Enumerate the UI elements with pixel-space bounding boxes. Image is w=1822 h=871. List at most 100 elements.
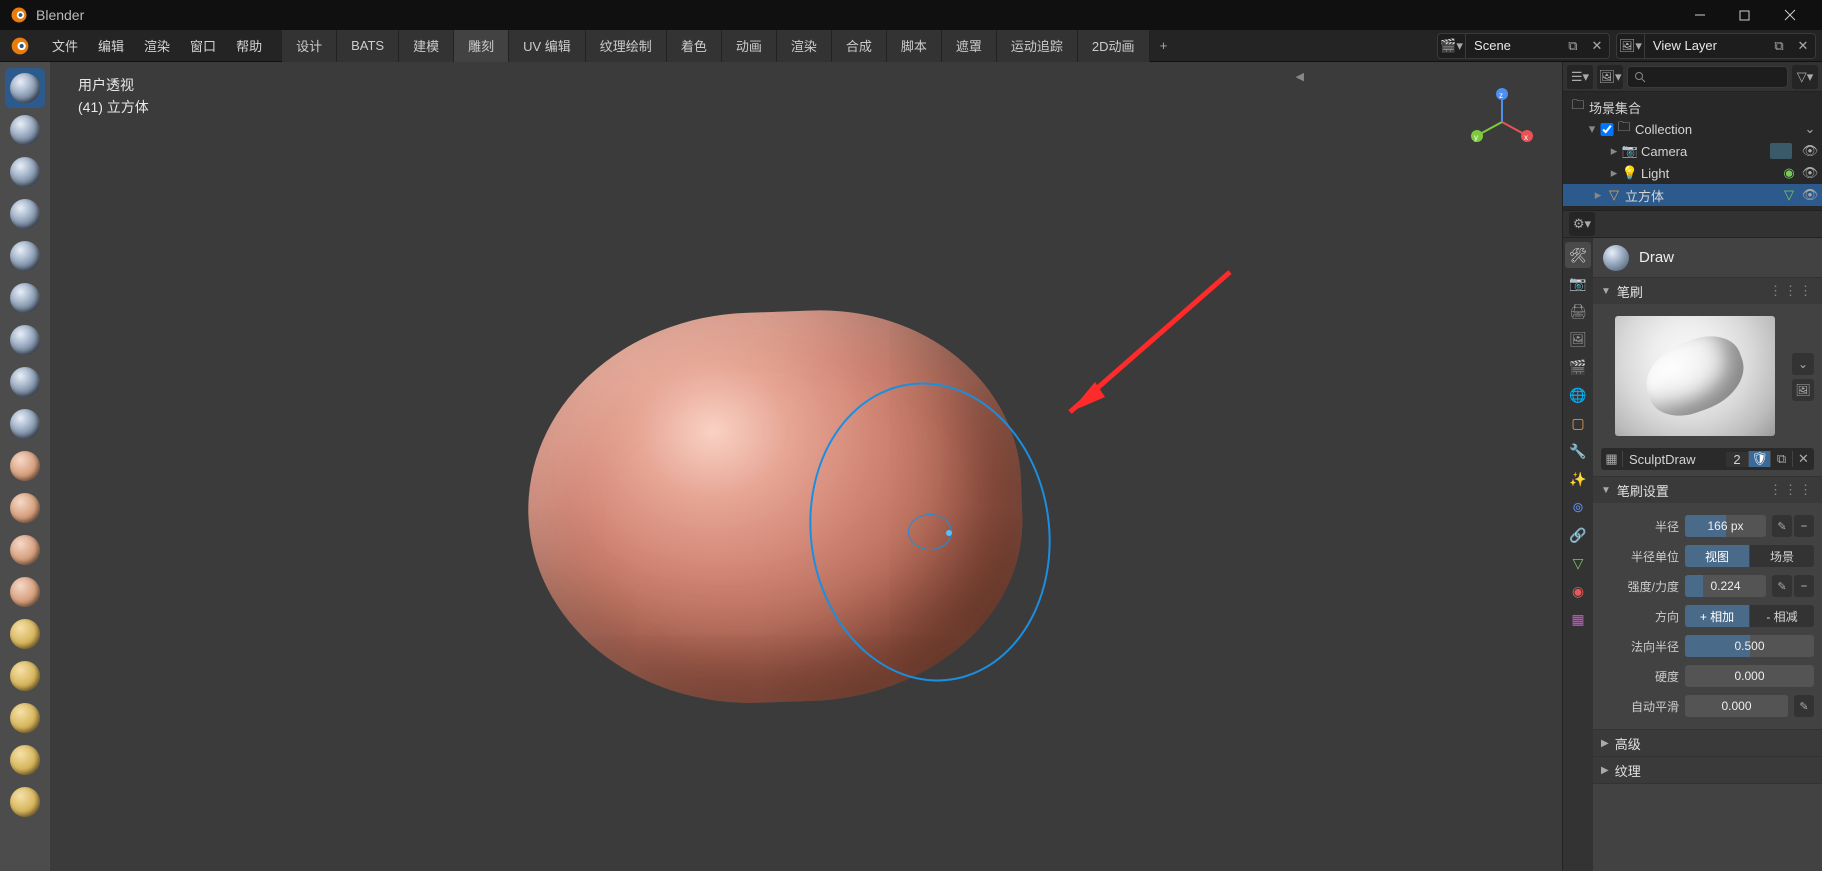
normal-radius-field[interactable]: 0.500 [1685, 635, 1814, 657]
brush-unlink-icon[interactable]: ✕ [1792, 451, 1814, 467]
disclosure-icon[interactable]: ▾ [1585, 121, 1599, 137]
tool-layer[interactable] [5, 278, 45, 318]
panel-advanced-header[interactable]: ▶ 高级 [1593, 730, 1822, 756]
prop-tab-render[interactable]: 📷 [1565, 270, 1591, 296]
tool-grab[interactable] [5, 698, 45, 738]
prop-tab-viewlayer[interactable]: 🖼 [1565, 326, 1591, 352]
add-workspace-button[interactable]: + [1150, 30, 1178, 62]
properties-editor-type-icon[interactable]: ⚙▾ [1569, 212, 1595, 236]
region-collapse-handle[interactable]: ◀ [1296, 70, 1304, 83]
viewlayer-browse-icon[interactable]: 🖼▾ [1617, 34, 1645, 58]
tab-2danim[interactable]: 2D动画 [1078, 30, 1150, 62]
prop-tab-material[interactable]: ◉ [1565, 578, 1591, 604]
tab-texpaint[interactable]: 纹理绘制 [586, 30, 667, 62]
tab-shading[interactable]: 着色 [667, 30, 722, 62]
direction-add[interactable]: + 相加 [1685, 605, 1750, 627]
tool-pinch[interactable] [5, 656, 45, 696]
brush-browse-icon[interactable]: ▦ [1601, 451, 1623, 467]
brush-name-field[interactable]: SculptDraw [1623, 452, 1726, 467]
disclosure-icon[interactable]: ▸ [1591, 187, 1605, 203]
axis-gizmo[interactable]: x y z [1462, 82, 1542, 162]
brush-preview-expand-icon[interactable]: ⌄ [1792, 353, 1814, 375]
scene-new-button[interactable]: ⧉ [1561, 34, 1585, 58]
outliner-scene-collection[interactable]: 🗀 场景集合 [1563, 96, 1822, 118]
collection-enable-checkbox[interactable] [1599, 123, 1615, 136]
radius-field[interactable]: 166 px [1685, 515, 1766, 537]
tab-rendering[interactable]: 渲染 [777, 30, 832, 62]
prop-tab-particle[interactable]: ✨ [1565, 466, 1591, 492]
brush-fakeuser-icon[interactable]: 🛡 [1748, 451, 1770, 467]
disclosure-icon[interactable]: ▸ [1607, 143, 1621, 159]
panel-options-icon[interactable]: ⋮⋮⋮ [1769, 482, 1814, 498]
tool-smooth[interactable] [5, 446, 45, 486]
viewlayer-del-button[interactable]: ✕ [1791, 34, 1815, 58]
outliner-tree[interactable]: 🗀 场景集合 ▾ 🗀 Collection ⌄ ▸ 📷 Camera 👁 ▸ 💡 [1563, 92, 1822, 210]
menu-window[interactable]: 窗口 [180, 30, 226, 62]
tool-flatten[interactable] [5, 488, 45, 528]
menu-help[interactable]: 帮助 [226, 30, 272, 62]
autosmooth-field[interactable]: 0.000 [1685, 695, 1788, 717]
visibility-eye-icon[interactable]: 👁 [1798, 187, 1822, 203]
outliner-collection[interactable]: ▾ 🗀 Collection ⌄ [1563, 118, 1822, 140]
menu-edit[interactable]: 编辑 [88, 30, 134, 62]
outliner-editor-type-icon[interactable]: ☰▾ [1567, 65, 1593, 89]
prop-tab-output[interactable]: 🖨 [1565, 298, 1591, 324]
tool-crease[interactable] [5, 404, 45, 444]
visibility-eye-icon[interactable]: 👁 [1798, 165, 1822, 181]
prop-tab-scene[interactable]: 🎬 [1565, 354, 1591, 380]
tab-mask[interactable]: 遮罩 [942, 30, 997, 62]
tab-layout[interactable]: 设计 [282, 30, 337, 62]
tab-anim[interactable]: 动画 [722, 30, 777, 62]
prop-tab-modifier[interactable]: 🔧 [1565, 438, 1591, 464]
tool-fill[interactable] [5, 530, 45, 570]
tab-bats[interactable]: BATS [337, 30, 399, 62]
autosmooth-pressure-icon[interactable]: ✎ [1794, 695, 1814, 717]
brush-duplicate-icon[interactable]: ⧉ [1770, 451, 1792, 467]
menu-render[interactable]: 渲染 [134, 30, 180, 62]
tool-clay[interactable] [5, 152, 45, 192]
disclosure-icon[interactable]: ▸ [1607, 165, 1621, 181]
radius-unit-view[interactable]: 视图 [1685, 545, 1750, 567]
scene-browse-icon[interactable]: 🎬▾ [1438, 34, 1466, 58]
3d-viewport[interactable]: 用户透视 (41) 立方体 x y z ◀ [50, 62, 1562, 871]
prop-tab-tool[interactable]: 🛠 [1565, 242, 1591, 268]
brush-users-count[interactable]: 2 [1726, 452, 1748, 467]
panel-brush-header[interactable]: ▼ 笔刷 ⋮⋮⋮ [1593, 278, 1822, 304]
tool-snake-hook[interactable] [5, 782, 45, 822]
window-minimize-button[interactable] [1677, 0, 1722, 30]
tab-tracking[interactable]: 运动追踪 [997, 30, 1078, 62]
outliner-light[interactable]: ▸ 💡 Light ◉ 👁 [1563, 162, 1822, 184]
radius-pressure-icon[interactable]: ✎ [1772, 515, 1792, 537]
scene-name[interactable]: Scene [1466, 38, 1561, 53]
prop-tab-constraint[interactable]: 🔗 [1565, 522, 1591, 548]
prop-tab-physics[interactable]: ⊚ [1565, 494, 1591, 520]
tab-uv[interactable]: UV 编辑 [509, 30, 586, 62]
panel-brush-settings-header[interactable]: ▼ 笔刷设置 ⋮⋮⋮ [1593, 477, 1822, 503]
chevron-icon[interactable]: ⌄ [1798, 121, 1822, 137]
outliner-search-input[interactable] [1627, 66, 1788, 88]
strength-pressure-icon[interactable]: ✎ [1772, 575, 1792, 597]
tab-scripting[interactable]: 脚本 [887, 30, 942, 62]
tool-draw-sharp[interactable] [5, 110, 45, 150]
strength-unified-icon[interactable]: ⎯ [1794, 575, 1814, 597]
tool-elastic[interactable] [5, 740, 45, 780]
tool-blob[interactable] [5, 362, 45, 402]
tool-clay-strips[interactable] [5, 194, 45, 234]
tool-draw[interactable] [5, 68, 45, 108]
tab-sculpting[interactable]: 雕刻 [454, 30, 509, 62]
direction-sub[interactable]: - 相减 [1750, 605, 1814, 627]
brush-preview[interactable] [1615, 316, 1775, 436]
outliner-filter-icon[interactable]: ▽▾ [1792, 65, 1818, 89]
scene-del-button[interactable]: ✕ [1585, 34, 1609, 58]
tool-inflate[interactable] [5, 320, 45, 360]
scene-selector[interactable]: 🎬▾ Scene ⧉ ✕ [1437, 33, 1610, 59]
prop-tab-object[interactable]: ▢ [1565, 410, 1591, 436]
window-close-button[interactable] [1767, 0, 1812, 30]
tab-compositing[interactable]: 合成 [832, 30, 887, 62]
viewlayer-new-button[interactable]: ⧉ [1767, 34, 1791, 58]
outliner-display-mode-icon[interactable]: 🖼▾ [1597, 65, 1623, 89]
visibility-eye-icon[interactable]: 👁 [1798, 143, 1822, 159]
viewlayer-selector[interactable]: 🖼▾ View Layer ⧉ ✕ [1616, 33, 1816, 59]
radius-unit-scene[interactable]: 场景 [1750, 545, 1814, 567]
prop-tab-texture[interactable]: ▦ [1565, 606, 1591, 632]
